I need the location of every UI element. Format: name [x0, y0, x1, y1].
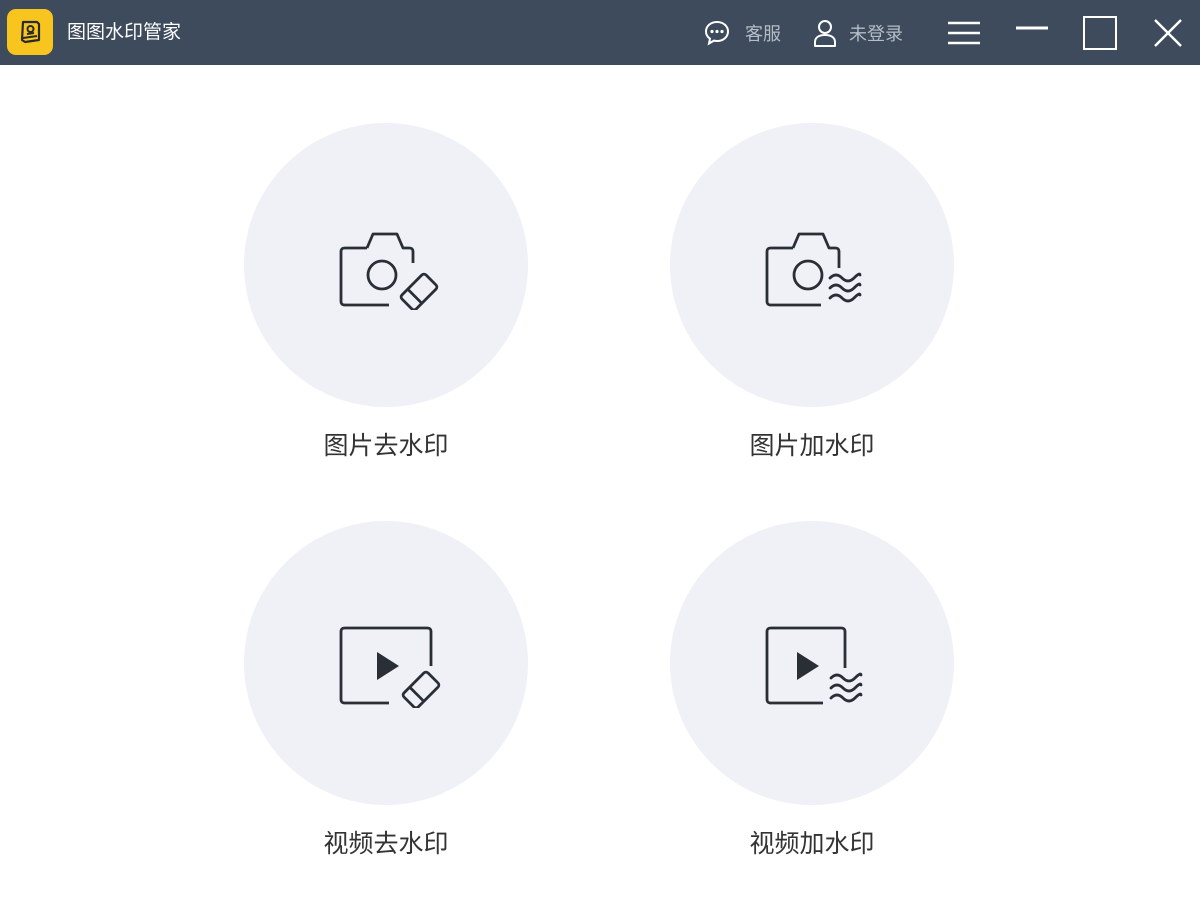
- video-watermark-icon: [765, 626, 863, 705]
- remove-image-watermark-card[interactable]: 图片去水印: [236, 123, 536, 483]
- maximize-icon: [1083, 16, 1117, 50]
- minimize-button[interactable]: [1010, 12, 1054, 54]
- remove-video-watermark-card[interactable]: 视频去水印: [236, 521, 536, 881]
- feature-icon-circle: [670, 123, 954, 407]
- feature-label: 图片去水印: [323, 431, 449, 460]
- add-video-watermark-card[interactable]: 视频加水印: [662, 521, 962, 881]
- menu-button[interactable]: [942, 12, 986, 54]
- login-button[interactable]: 未登录: [812, 17, 903, 49]
- maximize-button[interactable]: [1078, 12, 1122, 54]
- customer-service-label: 客服: [745, 24, 781, 45]
- feature-label: 视频加水印: [749, 829, 875, 858]
- app-title: 图图水印管家: [67, 21, 182, 43]
- user-icon: [814, 20, 836, 47]
- feature-label: 视频去水印: [323, 829, 449, 858]
- add-image-watermark-card[interactable]: 图片加水印: [662, 123, 962, 483]
- app-logo: [7, 9, 53, 55]
- chat-bubble-icon: [704, 20, 730, 46]
- customer-service-button[interactable]: 客服: [703, 17, 781, 49]
- minimize-icon: [1016, 26, 1048, 30]
- close-icon: [1154, 19, 1182, 47]
- feature-icon-circle: [244, 123, 528, 407]
- close-button[interactable]: [1146, 12, 1190, 54]
- feature-label: 图片加水印: [749, 431, 875, 460]
- book-logo-icon: [20, 20, 41, 44]
- hamburger-menu-icon: [948, 21, 980, 45]
- camera-watermark-icon: [765, 232, 862, 307]
- login-status-label: 未登录: [849, 24, 903, 45]
- feature-icon-circle: [670, 521, 954, 805]
- video-eraser-icon: [339, 626, 441, 708]
- title-bar: 图图水印管家 客服 未登录: [0, 0, 1200, 65]
- feature-icon-circle: [244, 521, 528, 805]
- camera-eraser-icon: [339, 232, 439, 310]
